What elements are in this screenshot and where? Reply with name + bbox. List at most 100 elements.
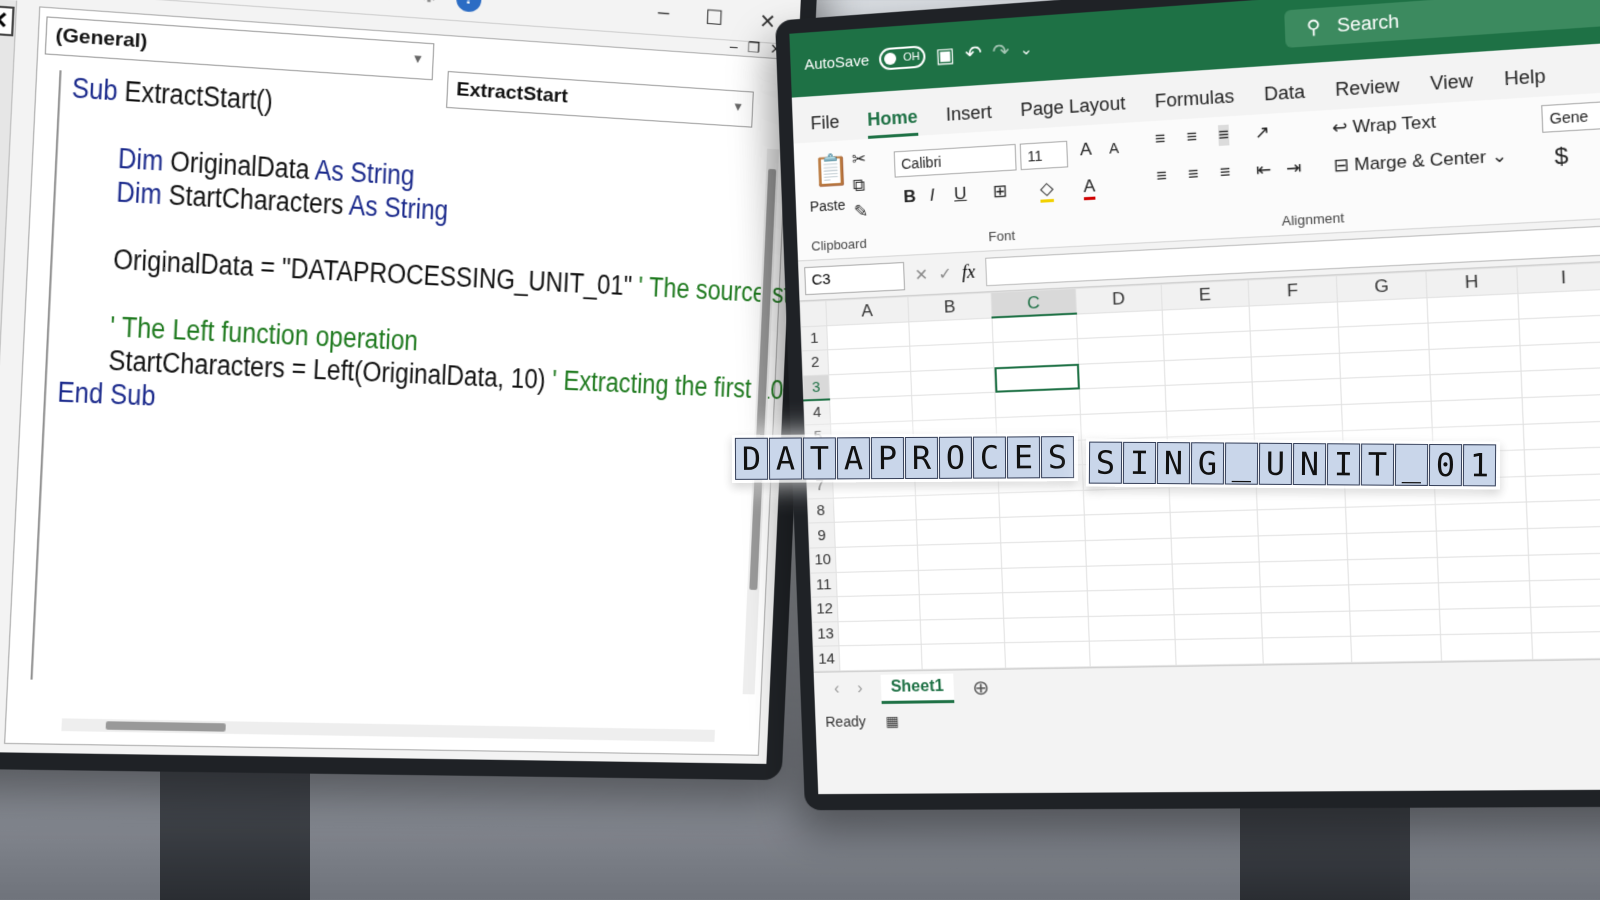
- tab-insert[interactable]: Insert: [946, 102, 993, 134]
- cell-c10[interactable]: [1000, 540, 1087, 568]
- cell-g2[interactable]: [1338, 323, 1430, 354]
- cell-d9[interactable]: [1084, 512, 1172, 541]
- code-minimize-button[interactable]: –: [729, 38, 738, 56]
- cell-c13[interactable]: [1003, 616, 1090, 644]
- align-middle-icon[interactable]: ≡: [1186, 127, 1197, 148]
- bold-button[interactable]: B: [903, 187, 916, 208]
- cell-b9[interactable]: [916, 517, 1001, 546]
- cell-g1[interactable]: [1337, 297, 1428, 328]
- paste-icon[interactable]: 📋: [812, 152, 850, 189]
- insert-function-button[interactable]: fx: [962, 261, 976, 283]
- row-header[interactable]: 1: [800, 325, 828, 352]
- cell-f10[interactable]: [1258, 533, 1348, 562]
- align-center-icon[interactable]: ≡: [1188, 164, 1199, 185]
- cell-i10[interactable]: [1527, 526, 1600, 555]
- cell-f4[interactable]: [1252, 378, 1342, 408]
- cell-d10[interactable]: [1085, 538, 1173, 566]
- tab-review[interactable]: Review: [1335, 75, 1401, 110]
- code-editor[interactable]: Sub ExtractStart() Dim OriginalData As St…: [30, 70, 803, 693]
- column-header-a[interactable]: A: [825, 296, 909, 326]
- fill-color-icon[interactable]: ◇: [1039, 178, 1055, 203]
- cell-a3[interactable]: [828, 371, 912, 400]
- tab-file[interactable]: File: [810, 112, 840, 143]
- cell-h4[interactable]: [1430, 371, 1523, 402]
- copy-icon[interactable]: ⧉: [852, 175, 865, 196]
- project-explorer-icon[interactable]: ⚙: [295, 0, 322, 1]
- cell-i1[interactable]: [1517, 288, 1600, 320]
- increase-indent-icon[interactable]: ⇥: [1286, 158, 1302, 180]
- cell-b11[interactable]: [918, 567, 1003, 595]
- accessibility-icon[interactable]: ▦: [885, 713, 899, 729]
- shrink-font-button[interactable]: A: [1109, 140, 1119, 157]
- cell-g3[interactable]: [1339, 349, 1431, 379]
- code-restore-button[interactable]: ❐: [747, 39, 760, 57]
- add-sheet-icon[interactable]: ⊕: [972, 675, 990, 701]
- cell-c11[interactable]: [1001, 565, 1088, 593]
- font-name-dropdown[interactable]: Calibri: [893, 143, 1017, 178]
- undo-icon[interactable]: ↶: [964, 40, 983, 67]
- row-header[interactable]: 11: [810, 571, 838, 598]
- cell-f2[interactable]: [1250, 327, 1340, 357]
- cell-c14[interactable]: [1004, 641, 1091, 669]
- cell-g14[interactable]: [1350, 634, 1442, 663]
- object-dropdown[interactable]: (General) ▼: [44, 16, 435, 81]
- cell-e4[interactable]: [1165, 382, 1254, 412]
- align-right-icon[interactable]: ≡: [1219, 162, 1230, 183]
- cell-h1[interactable]: [1426, 293, 1519, 324]
- tab-home[interactable]: Home: [866, 106, 919, 139]
- cell-c4[interactable]: [994, 389, 1081, 418]
- horizontal-scrollbar[interactable]: [61, 718, 715, 742]
- cell-e3[interactable]: [1164, 356, 1253, 386]
- cell-f1[interactable]: [1249, 301, 1339, 332]
- search-box[interactable]: ⚲ Search: [1284, 0, 1600, 48]
- name-box[interactable]: C3: [804, 261, 906, 295]
- cell-b1[interactable]: [908, 317, 993, 347]
- enter-icon[interactable]: ✓: [938, 263, 952, 284]
- row-header[interactable]: 9: [808, 522, 836, 549]
- cell-e14[interactable]: [1175, 638, 1264, 666]
- cell-i8[interactable]: [1525, 473, 1600, 503]
- row-header[interactable]: 12: [811, 596, 839, 622]
- cell-d8[interactable]: [1083, 487, 1171, 516]
- cell-b2[interactable]: [909, 342, 994, 372]
- cell-b4[interactable]: [911, 392, 996, 421]
- save-icon[interactable]: ▣: [935, 42, 955, 69]
- cell-i4[interactable]: [1521, 367, 1600, 398]
- cell-g4[interactable]: [1340, 375, 1432, 405]
- merge-center-button[interactable]: ⊟ Marge & Center ⌄: [1333, 146, 1507, 177]
- select-all-corner[interactable]: [800, 300, 827, 327]
- cell-i12[interactable]: [1529, 578, 1600, 608]
- cell-e9[interactable]: [1170, 510, 1259, 539]
- cell-g9[interactable]: [1345, 505, 1437, 534]
- cell-a11[interactable]: [836, 569, 920, 597]
- cell-e5[interactable]: [1166, 407, 1255, 437]
- cell-a8[interactable]: [833, 495, 917, 523]
- font-size-dropdown[interactable]: 11: [1019, 140, 1069, 171]
- cell-f9[interactable]: [1257, 507, 1347, 536]
- cell-d2[interactable]: [1077, 335, 1165, 365]
- cell-a14[interactable]: [838, 644, 923, 671]
- cell-i14[interactable]: [1531, 631, 1600, 660]
- align-top-icon[interactable]: ≡: [1155, 129, 1166, 150]
- cancel-icon[interactable]: ✕: [914, 264, 928, 285]
- cell-b10[interactable]: [917, 542, 1002, 570]
- vertical-scrollbar[interactable]: [742, 148, 780, 695]
- cell-a12[interactable]: [837, 594, 921, 622]
- cell-f13[interactable]: [1261, 610, 1351, 639]
- cell-f14[interactable]: [1262, 636, 1352, 664]
- font-color-button[interactable]: A: [1083, 176, 1096, 201]
- cell-i2[interactable]: [1518, 315, 1600, 346]
- minimize-button[interactable]: –: [657, 1, 669, 27]
- cell-d13[interactable]: [1088, 614, 1176, 642]
- maximize-button[interactable]: ☐: [705, 5, 724, 31]
- align-bottom-icon[interactable]: ≡: [1217, 124, 1230, 146]
- cell-h3[interactable]: [1429, 345, 1522, 376]
- help-icon[interactable]: ?: [455, 0, 482, 13]
- cell-h9[interactable]: [1435, 502, 1528, 531]
- cell-h5[interactable]: [1431, 397, 1524, 428]
- close-project-panel-button[interactable]: ✕: [0, 4, 15, 37]
- cell-b8[interactable]: [915, 492, 1000, 521]
- cell-g13[interactable]: [1349, 608, 1441, 637]
- format-painter-icon[interactable]: ✎: [853, 201, 868, 222]
- cell-i3[interactable]: [1520, 341, 1600, 372]
